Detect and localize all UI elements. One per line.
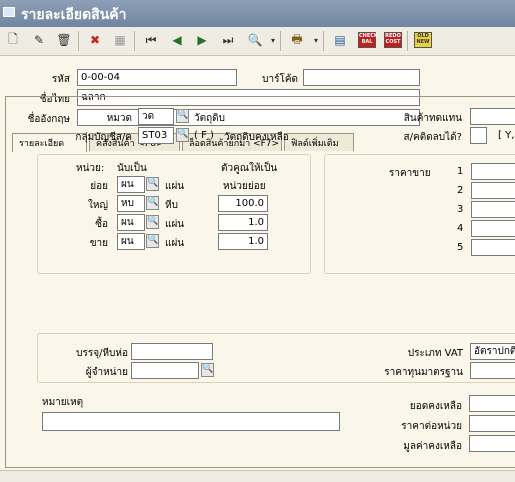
multiplier-field[interactable]: 100.0	[218, 195, 268, 212]
unit-code-field[interactable]: หบ	[117, 195, 145, 212]
code-field[interactable]: 0-00-04	[77, 69, 237, 86]
count-header: นับเป็น	[117, 163, 147, 174]
delete-bin-icon[interactable]: 🗑	[55, 31, 73, 49]
unit-name: แผ่น	[165, 219, 185, 230]
category-field[interactable]: วด	[138, 108, 174, 125]
substitute-field[interactable]	[470, 108, 515, 125]
toolbar: 🗋 ✎ 🗑 ✖ ▦ ⏮ ◀ ▶ ⏭ 🔍 ▾ 🖶 ▾ ▤ CHECK BAL RE…	[0, 27, 515, 56]
barcode-label: บาร์โค้ด	[262, 74, 298, 85]
toolbar-separator	[407, 31, 408, 51]
unit-row-label: ขาย	[89, 238, 108, 249]
note-label: หมายเหตุ	[42, 397, 84, 408]
unit-code-field[interactable]: ผน	[117, 233, 145, 250]
title-bar: รายละเอียดสินค้า	[0, 0, 515, 27]
price-label: ราคาขาย	[389, 168, 431, 179]
account-group-flag: ( F )	[194, 130, 214, 141]
print-icon[interactable]: 🖶	[288, 31, 306, 49]
multiplier-header: ตัวคูณให้เป็น	[221, 163, 278, 174]
category-description: วัตถุดิบ	[194, 113, 226, 124]
unit-name: แผ่น	[165, 181, 185, 192]
vat-type-field[interactable]: อัตราปกติ	[470, 343, 515, 360]
unit-code-field[interactable]: ผน	[117, 176, 145, 193]
new-doc-icon[interactable]: 🗋	[4, 31, 22, 49]
remaining-value-label: มูลค่าคงเหลือ	[403, 441, 462, 452]
search-icon[interactable]: 🔍	[176, 109, 189, 123]
unit-code-field[interactable]: ผน	[117, 214, 145, 231]
unit-name: แผ่น	[165, 238, 185, 249]
supplier-label: ผู้จำหน่าย	[85, 367, 128, 378]
search-icon[interactable]: 🔍	[146, 215, 159, 229]
small-unit-header: หน่วยย่อย	[223, 181, 266, 192]
calculator-icon[interactable]: ▤	[331, 31, 349, 49]
account-group-field[interactable]: ST03	[138, 127, 174, 144]
category-label: หมวด	[106, 113, 132, 124]
deductible-field[interactable]	[470, 127, 487, 144]
price-level-number: 3	[457, 204, 464, 215]
deductible-label: ส/คติดลบได้?	[403, 132, 462, 143]
prev-record-icon[interactable]: ◀	[168, 31, 186, 49]
price-field[interactable]	[471, 239, 515, 256]
price-field[interactable]	[471, 163, 515, 180]
barcode-field[interactable]	[303, 69, 420, 86]
window-title: รายละเอียดสินค้า	[21, 7, 127, 23]
account-group-description: วัตถุดิบคงเหลือ	[224, 132, 289, 143]
toolbar-separator	[323, 31, 324, 51]
price-field[interactable]	[471, 182, 515, 199]
price-level-number: 5	[457, 242, 464, 253]
unit-row-label: ย่อย	[90, 181, 108, 192]
std-cost-field[interactable]	[470, 362, 515, 379]
status-bar	[0, 470, 515, 482]
search-icon[interactable]: 🔍	[146, 177, 159, 191]
code-label: รหัส	[51, 74, 70, 85]
packing-field[interactable]	[131, 343, 213, 360]
redo-cost-icon[interactable]: REDO COST	[384, 31, 402, 49]
save-disk-icon[interactable]: ▦	[111, 31, 129, 49]
substitute-label: สินค้าทดแทน	[403, 113, 462, 124]
supplier-vat-group: บรรจุ/หีบห่อ ผู้จำหน่าย 🔍 ประเภท VAT อัต…	[37, 333, 515, 383]
search-icon[interactable]: 🔍	[146, 196, 159, 210]
deductible-hint: [ Y,	[498, 130, 515, 141]
search-icon[interactable]: 🔍	[201, 363, 214, 377]
cancel-icon[interactable]: ✖	[86, 31, 104, 49]
unit-row-label: ซื้อ	[95, 219, 108, 230]
window-icon	[3, 7, 15, 17]
remaining-value-field[interactable]	[469, 435, 515, 452]
unit-header: หน่วย:	[76, 163, 105, 174]
price-level-number: 1	[457, 166, 464, 177]
balance-label: ยอดคงเหลือ	[409, 401, 462, 412]
search-icon[interactable]: 🔍	[246, 31, 264, 49]
edit-doc-icon[interactable]: ✎	[30, 31, 48, 49]
toolbar-separator	[280, 31, 281, 51]
old-new-icon[interactable]: OLD NEW	[414, 31, 432, 49]
toolbar-separator	[134, 31, 135, 51]
note-field[interactable]	[42, 412, 340, 431]
account-group-label: กลุ่มบัญชีส/ค	[75, 132, 132, 143]
unit-group: หน่วย: นับเป็น ตัวคูณให้เป็น หน่วยย่อย ย…	[37, 154, 311, 274]
unit-row-label: ใหญ่	[88, 200, 108, 211]
vat-label: ประเภท VAT	[407, 348, 463, 359]
std-cost-label: ราคาทุนมาตรฐาน	[384, 367, 463, 378]
supplier-field[interactable]	[131, 362, 199, 379]
price-level-number: 2	[457, 185, 464, 196]
unit-cost-field[interactable]	[469, 415, 515, 432]
first-record-icon[interactable]: ⏮	[142, 31, 160, 49]
check-balance-icon[interactable]: CHECK BAL	[358, 31, 378, 49]
multiplier-field[interactable]: 1.0	[218, 233, 268, 250]
packing-label: บรรจุ/หีบห่อ	[76, 348, 128, 359]
price-level-number: 4	[457, 223, 464, 234]
search-icon[interactable]: 🔍	[146, 234, 159, 248]
next-record-icon[interactable]: ▶	[193, 31, 211, 49]
unit-cost-label: ราคาต่อหน่วย	[401, 421, 462, 432]
balance-field[interactable]	[469, 395, 515, 412]
last-record-icon[interactable]: ⏭	[219, 31, 237, 49]
search-icon[interactable]: 🔍	[176, 128, 189, 142]
toolbar-separator	[78, 31, 79, 51]
price-field[interactable]	[471, 201, 515, 218]
unit-name: หีบ	[165, 200, 178, 211]
multiplier-field[interactable]: 1.0	[218, 214, 268, 231]
detail-tab-panel: หมวด วด 🔍 วัตถุดิบ กลุ่มบัญชีส/ค ST03 🔍 …	[5, 96, 515, 468]
price-field[interactable]	[471, 220, 515, 237]
price-group: ราคาขาย 1 2 3 4 5	[324, 154, 515, 274]
